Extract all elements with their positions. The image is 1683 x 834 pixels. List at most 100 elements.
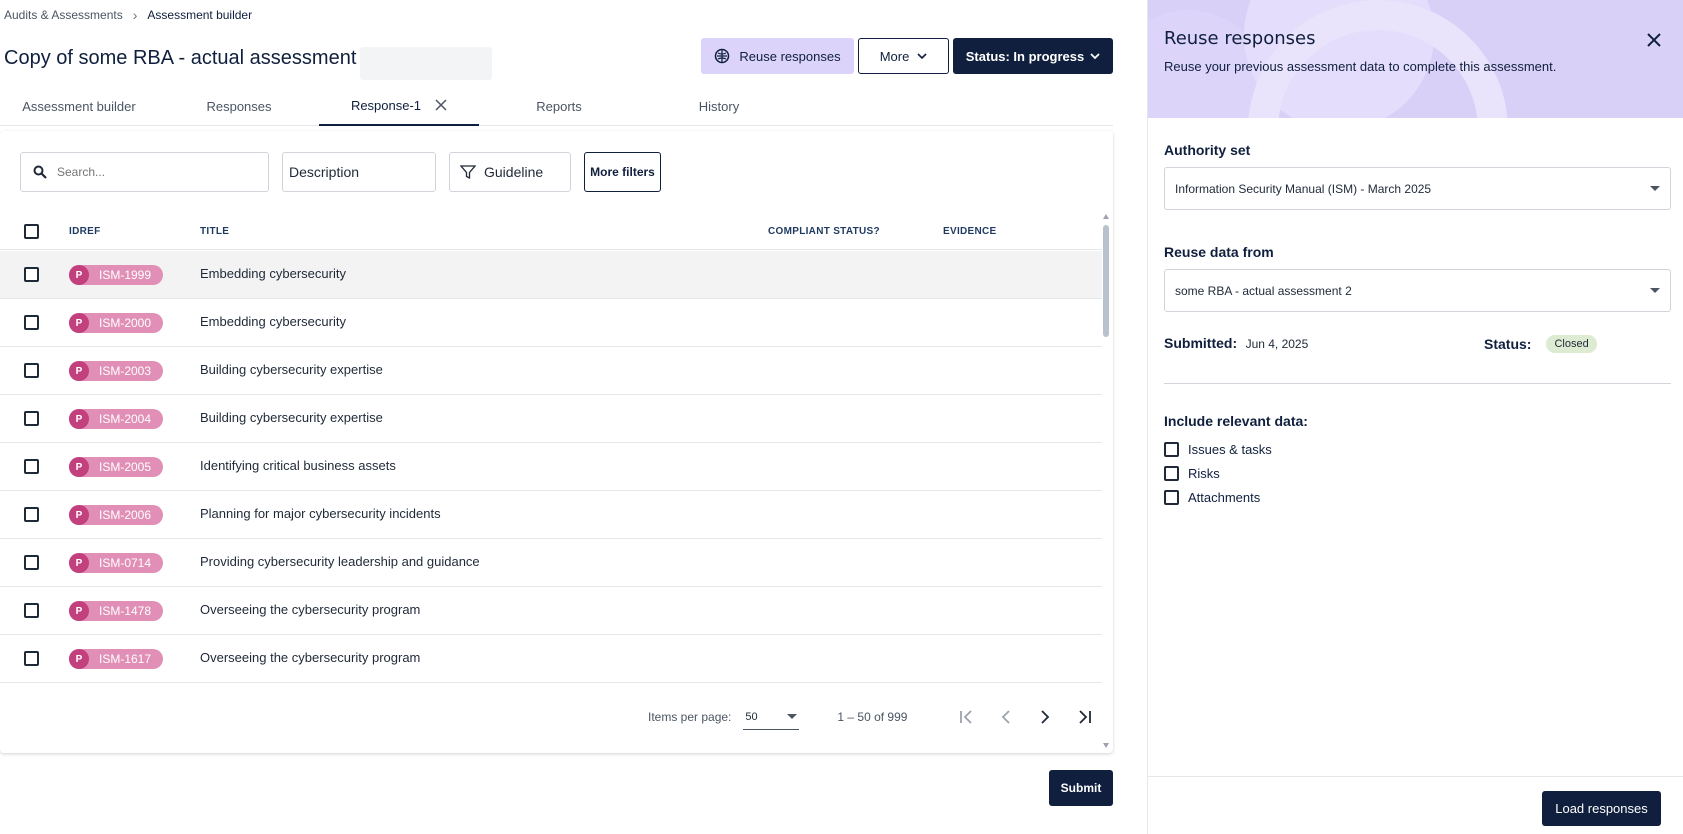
column-header-title[interactable]: TITLE xyxy=(200,226,229,237)
description-filter[interactable]: Description xyxy=(282,152,436,192)
first-page-button[interactable] xyxy=(954,704,980,730)
column-header-evidence[interactable]: EVIDENCE xyxy=(943,226,997,237)
close-icon[interactable] xyxy=(1646,32,1662,48)
idref-text: ISM-2006 xyxy=(99,508,152,522)
include-issues-tasks[interactable]: Issues & tasks xyxy=(1164,442,1272,457)
select-all-checkbox[interactable] xyxy=(24,224,39,239)
vertical-scrollbar[interactable] xyxy=(1103,225,1109,337)
drawer-header: Reuse responses Reuse your previous asse… xyxy=(1148,0,1683,118)
submitted-value: Jun 4, 2025 xyxy=(1245,337,1309,351)
chevron-left-icon xyxy=(1002,710,1011,724)
scroll-up-arrow[interactable] xyxy=(1103,214,1109,219)
submit-button[interactable]: Submit xyxy=(1049,770,1113,806)
search-input[interactable] xyxy=(57,165,257,179)
issues-tasks-checkbox[interactable] xyxy=(1164,442,1179,457)
caret-down-icon xyxy=(1650,288,1660,293)
include-risks[interactable]: Risks xyxy=(1164,466,1220,481)
guideline-filter[interactable]: Guideline xyxy=(449,152,571,192)
row-checkbox[interactable] xyxy=(24,315,39,330)
breadcrumb-parent[interactable]: Audits & Assessments xyxy=(4,8,123,22)
idref-badge: P ISM-0714 xyxy=(69,553,163,573)
row-checkbox[interactable] xyxy=(24,411,39,426)
table-row[interactable]: P ISM-1999 Embedding cybersecurity xyxy=(0,251,1102,299)
page-size-select[interactable]: 50 xyxy=(743,704,800,730)
tab-assessment-builder[interactable]: Assessment builder xyxy=(4,86,154,126)
reuse-responses-button[interactable]: Reuse responses xyxy=(701,38,854,74)
row-title: Overseeing the cybersecurity program xyxy=(200,602,421,617)
more-filters-button[interactable]: More filters xyxy=(584,152,661,192)
authority-set-label: Authority set xyxy=(1164,142,1251,158)
idref-badge: P ISM-2003 xyxy=(69,361,163,381)
attachments-checkbox[interactable] xyxy=(1164,490,1179,505)
attachments-label: Attachments xyxy=(1188,490,1261,505)
tab-response-1[interactable]: Response-1 xyxy=(319,86,479,126)
scroll-down-arrow[interactable] xyxy=(1103,743,1109,748)
previous-page-button[interactable] xyxy=(993,704,1019,730)
tab-label: Reports xyxy=(536,98,582,114)
row-title: Building cybersecurity expertise xyxy=(200,410,383,425)
status-label: Status: xyxy=(1484,336,1532,352)
submission-meta: Submitted: Jun 4, 2025 Status: Closed xyxy=(1164,335,1671,357)
priority-badge: P xyxy=(69,505,89,525)
paginator: Items per page: 50 1 – 50 of 999 xyxy=(648,702,1097,732)
row-checkbox[interactable] xyxy=(24,603,39,618)
caret-down-icon xyxy=(1650,186,1660,191)
tab-reports[interactable]: Reports xyxy=(484,86,634,126)
first-page-icon xyxy=(960,710,973,724)
description-filter-label: Description xyxy=(289,164,360,180)
search-icon xyxy=(33,165,47,179)
priority-badge: P xyxy=(69,265,89,285)
requirements-card: Description Guideline More filters IDREF… xyxy=(0,131,1113,753)
row-title: Building cybersecurity expertise xyxy=(200,362,383,377)
row-checkbox[interactable] xyxy=(24,267,39,282)
row-title: Overseeing the cybersecurity program xyxy=(200,650,421,665)
reuse-data-from-select[interactable]: some RBA - actual assessment 2 xyxy=(1164,269,1671,312)
row-checkbox[interactable] xyxy=(24,651,39,666)
idref-badge: P ISM-2006 xyxy=(69,505,163,525)
filter-bar: Description Guideline More filters xyxy=(20,152,661,193)
close-icon[interactable] xyxy=(435,99,447,111)
table-row[interactable]: P ISM-0714 Providing cybersecurity leader… xyxy=(0,539,1102,587)
tab-history[interactable]: History xyxy=(644,86,794,126)
authority-set-select[interactable]: Information Security Manual (ISM) - Marc… xyxy=(1164,167,1671,210)
column-header-compliant-status[interactable]: COMPLIANT STATUS? xyxy=(768,226,880,237)
tab-label: Assessment builder xyxy=(22,98,136,114)
idref-text: ISM-2005 xyxy=(99,460,152,474)
table-row[interactable]: P ISM-2006 Planning for major cybersecuri… xyxy=(0,491,1102,539)
idref-badge: P ISM-2005 xyxy=(69,457,163,477)
row-checkbox[interactable] xyxy=(24,555,39,570)
row-title: Identifying critical business assets xyxy=(200,458,396,473)
row-checkbox[interactable] xyxy=(24,507,39,522)
row-title: Planning for major cybersecurity inciden… xyxy=(200,506,441,521)
drawer-title: Reuse responses xyxy=(1164,28,1316,49)
idref-badge: P ISM-2004 xyxy=(69,409,163,429)
page-title: Copy of some RBA - actual assessment 2 xyxy=(4,47,374,69)
page-range: 1 – 50 of 999 xyxy=(837,710,908,724)
last-page-button[interactable] xyxy=(1071,704,1097,730)
table-row[interactable]: P ISM-2004 Building cybersecurity experti… xyxy=(0,395,1102,443)
row-checkbox[interactable] xyxy=(24,459,39,474)
chevron-down-icon xyxy=(917,52,927,59)
include-attachments[interactable]: Attachments xyxy=(1164,490,1260,505)
table-row[interactable]: P ISM-2000 Embedding cybersecurity xyxy=(0,299,1102,347)
table-body: P ISM-1999 Embedding cybersecurity P ISM-2… xyxy=(0,251,1102,683)
more-button[interactable]: More xyxy=(858,38,949,74)
table-row[interactable]: P ISM-1617 Overseeing the cybersecurity p… xyxy=(0,635,1102,683)
reuse-data-from-label: Reuse data from xyxy=(1164,244,1274,260)
submit-label: Submit xyxy=(1060,781,1102,795)
tab-responses[interactable]: Responses xyxy=(164,86,314,126)
next-page-button[interactable] xyxy=(1032,704,1058,730)
status-button[interactable]: Status: In progress xyxy=(953,38,1113,74)
tab-label: Response-1 xyxy=(350,97,422,113)
risks-checkbox[interactable] xyxy=(1164,466,1179,481)
table-header: IDREF TITLE COMPLIANT STATUS? EVIDENCE xyxy=(0,213,1102,250)
main-content: Audits & Assessments › Assessment builde… xyxy=(0,0,1146,834)
column-header-idref[interactable]: IDREF xyxy=(69,226,101,237)
table-row[interactable]: P ISM-2005 Identifying critical business … xyxy=(0,443,1102,491)
row-checkbox[interactable] xyxy=(24,363,39,378)
more-filters-label: More filters xyxy=(590,165,655,179)
table-row[interactable]: P ISM-1478 Overseeing the cybersecurity p… xyxy=(0,587,1102,635)
idref-text: ISM-1999 xyxy=(99,268,152,282)
table-row[interactable]: P ISM-2003 Building cybersecurity experti… xyxy=(0,347,1102,395)
load-responses-button[interactable]: Load responses xyxy=(1542,791,1661,826)
